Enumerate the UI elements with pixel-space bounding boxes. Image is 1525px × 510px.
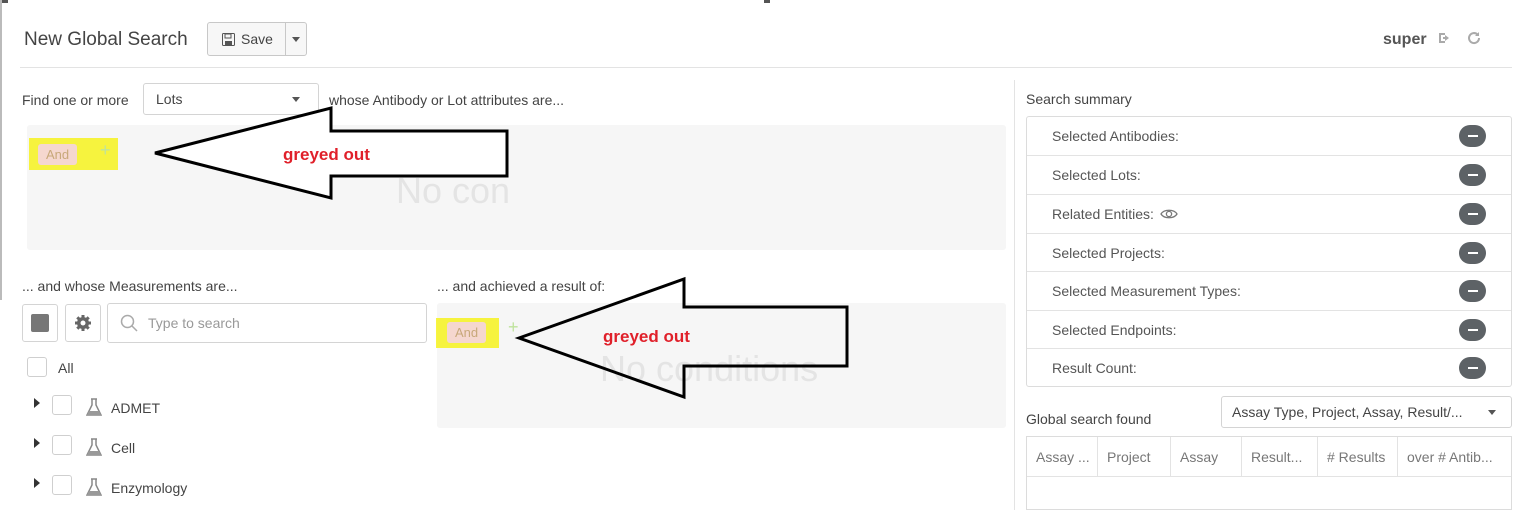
grid-column-header[interactable]: over # Antib...	[1398, 437, 1511, 477]
summary-row-label: Selected Measurement Types:	[1052, 283, 1241, 299]
grid-column-header[interactable]: # Results	[1318, 437, 1398, 477]
minus-icon	[1467, 329, 1478, 331]
summary-row-label: Selected Projects:	[1052, 245, 1165, 261]
annotation-label: greyed out	[603, 327, 690, 346]
grid-column-header[interactable]: Project	[1098, 437, 1171, 477]
minus-icon	[1467, 367, 1478, 369]
grid-header-row: Assay ... Project Assay Result... # Resu…	[1027, 437, 1511, 477]
summary-row-label: Selected Endpoints:	[1052, 322, 1177, 338]
minus-icon	[1467, 252, 1478, 254]
minus-icon	[1467, 135, 1478, 137]
eye-icon[interactable]	[1160, 208, 1178, 220]
search-summary-panel: Selected Antibodies: Selected Lots: Rela…	[1026, 116, 1512, 387]
summary-row: Selected Projects:	[1027, 233, 1511, 271]
collapse-button[interactable]	[1459, 203, 1486, 225]
collapse-button[interactable]	[1459, 164, 1486, 186]
minus-icon	[1467, 174, 1478, 176]
summary-row-label: Result Count:	[1052, 360, 1137, 376]
summary-row-label: Selected Antibodies:	[1052, 128, 1179, 144]
collapse-button[interactable]	[1459, 242, 1486, 264]
global-search-page: New Global Search Save super Find one or…	[0, 0, 1525, 510]
summary-heading: Search summary	[1026, 91, 1132, 107]
collapse-button[interactable]	[1459, 280, 1486, 302]
summary-row: Selected Antibodies:	[1027, 117, 1511, 155]
summary-row: Selected Lots:	[1027, 155, 1511, 193]
summary-row-label: Related Entities:	[1052, 206, 1154, 222]
grid-column-header[interactable]: Assay ...	[1027, 437, 1098, 477]
summary-row: Related Entities:	[1027, 194, 1511, 232]
summary-row-label: Selected Lots:	[1052, 167, 1141, 183]
collapse-button[interactable]	[1459, 319, 1486, 341]
grid-column-header[interactable]: Result...	[1242, 437, 1318, 477]
summary-row: Selected Endpoints:	[1027, 310, 1511, 348]
summary-row: Result Count:	[1027, 348, 1511, 386]
minus-icon	[1467, 213, 1478, 215]
grouping-select[interactable]: Assay Type, Project, Assay, Result/...	[1221, 396, 1512, 428]
collapse-button[interactable]	[1459, 357, 1486, 379]
results-grid: Assay ... Project Assay Result... # Resu…	[1026, 436, 1512, 510]
minus-icon	[1467, 290, 1478, 292]
grouping-select-value: Assay Type, Project, Assay, Result/...	[1232, 404, 1463, 420]
annotation-label: greyed out	[283, 145, 370, 164]
global-results-heading: Global search found	[1026, 411, 1152, 427]
summary-row: Selected Measurement Types:	[1027, 271, 1511, 309]
chevron-down-icon	[1488, 410, 1496, 415]
collapse-button[interactable]	[1459, 125, 1486, 147]
grid-column-header[interactable]: Assay	[1171, 437, 1242, 477]
